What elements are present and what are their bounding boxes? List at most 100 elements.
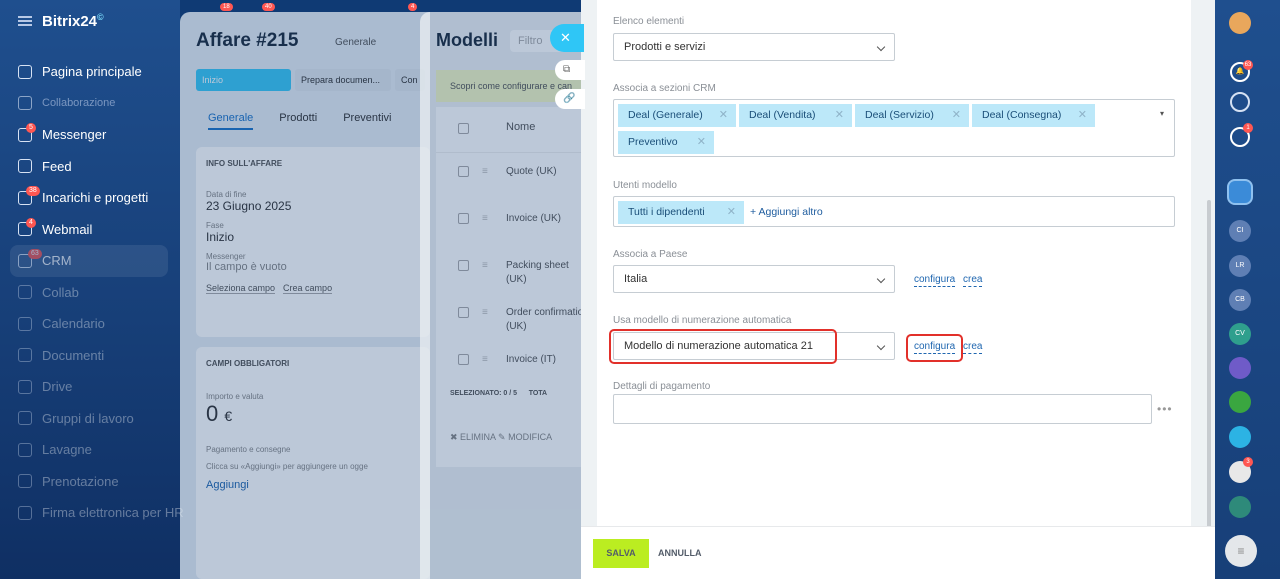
- sidebar-item-boards[interactable]: Lavagne: [0, 434, 180, 466]
- deal-mode-select[interactable]: Generale: [335, 37, 376, 48]
- form-footer: SALVA ANNULLA: [581, 526, 1215, 579]
- sidebar-group-collaboration[interactable]: Collaborazione: [0, 88, 180, 120]
- field-links: Seleziona campo Crea campo: [196, 273, 430, 294]
- bulk-actions[interactable]: ✖ ELIMINA ✎ MODIFICA: [450, 432, 552, 443]
- country-select-value: Italia: [624, 273, 648, 285]
- select-field-link[interactable]: Seleziona campo: [206, 283, 276, 294]
- sidebar-item-esign[interactable]: Firma elettronica per HR: [0, 497, 184, 529]
- checklist-icon[interactable]: [1229, 496, 1251, 518]
- scrollbar[interactable]: [1207, 200, 1211, 578]
- stage-prepare[interactable]: Prepara documen...: [295, 69, 391, 91]
- list-item[interactable]: Invoice (IT): [436, 341, 590, 388]
- collab-icon: [18, 285, 32, 300]
- list-item[interactable]: Packing sheet (UK): [436, 247, 590, 294]
- chevron-down-icon: [876, 274, 886, 284]
- more-icon[interactable]: •••: [1157, 402, 1173, 416]
- sidebar-item-workgroups[interactable]: Gruppi di lavoro: [0, 403, 180, 435]
- deal-stages: Inizio Prepara documen... Con: [196, 69, 425, 91]
- list-header: Nome: [436, 107, 590, 153]
- sidebar-item-messenger[interactable]: 5 Messenger: [0, 119, 180, 151]
- bookmark-icon[interactable]: [1227, 179, 1253, 205]
- remove-tag-icon[interactable]: ✕: [697, 131, 706, 154]
- collaboration-icon: [18, 96, 32, 111]
- country-select[interactable]: Italia: [613, 265, 895, 293]
- country-create-link[interactable]: crea: [963, 274, 983, 287]
- tag-label: Tutti i dipendenti: [628, 206, 705, 218]
- sidebar-item-label: Collaborazione: [42, 97, 116, 110]
- sidebar-item-feed[interactable]: Feed: [0, 151, 180, 183]
- contact-avatar[interactable]: CB: [1229, 289, 1251, 311]
- tag-label: Deal (Generale): [628, 109, 703, 121]
- crm-sections-select[interactable]: Deal (Generale) ✕ Deal (Vendita) ✕ Deal (S…: [613, 99, 1175, 157]
- chevron-down-icon: [876, 42, 886, 52]
- deal-panel: Affare #215 Generale Inizio Prepara docu…: [180, 12, 430, 579]
- close-icon[interactable]: ✕: [550, 24, 584, 52]
- add-item-note: Clicca su «Aggiungi» per aggiungere un o…: [206, 462, 368, 471]
- add-link[interactable]: Aggiungi: [196, 479, 430, 491]
- amount-value: 0 €: [196, 401, 430, 427]
- message-icon[interactable]: [1229, 426, 1251, 448]
- contact-avatar[interactable]: CI: [1229, 220, 1251, 242]
- create-field-link[interactable]: Crea campo: [283, 283, 333, 294]
- remove-tag-icon[interactable]: ✕: [727, 201, 736, 224]
- end-date-label: Data di fine: [206, 190, 247, 199]
- sidebar-item-home[interactable]: Pagina principale: [0, 56, 180, 88]
- sidebar-item-documents[interactable]: Documenti: [0, 340, 180, 372]
- remove-tag-icon[interactable]: ✕: [719, 104, 728, 127]
- list-item[interactable]: Quote (UK): [436, 153, 590, 200]
- sidebar-item-label: Pagina principale: [42, 64, 142, 80]
- sidebar-item-collab[interactable]: Collab: [0, 277, 180, 309]
- remove-tag-icon[interactable]: ✕: [835, 104, 844, 127]
- crm-badge: 63: [28, 249, 42, 259]
- contact-avatar[interactable]: LR: [1229, 255, 1251, 277]
- cancel-button[interactable]: ANNULLA: [658, 539, 702, 568]
- tab-products[interactable]: Prodotti: [279, 112, 317, 130]
- tab-general[interactable]: Generale: [208, 112, 254, 130]
- contact-card-icon[interactable]: [1229, 391, 1251, 413]
- sidebar-item-webmail[interactable]: 4 Webmail: [0, 214, 180, 246]
- users-tag: Tutti i dipendenti ✕: [618, 201, 744, 224]
- group-icon[interactable]: [1229, 357, 1251, 379]
- chat-menu-icon[interactable]: ≡: [1225, 535, 1257, 567]
- stage-start[interactable]: Inizio: [196, 69, 291, 91]
- sidebar-item-label: Webmail: [42, 221, 93, 237]
- top-badge: 4: [408, 3, 418, 11]
- copy-link-icon[interactable]: 🔗: [555, 89, 585, 109]
- amount-label: Importo e valuta: [206, 392, 264, 401]
- sidebar-item-drive[interactable]: Drive: [0, 371, 180, 403]
- feed-icon: [18, 159, 32, 174]
- country-configure-link[interactable]: configura: [914, 274, 956, 287]
- logo[interactable]: Bitrix24©: [42, 12, 104, 30]
- crm-label: Associa a sezioni CRM: [613, 83, 716, 94]
- calendar-icon: [18, 316, 32, 331]
- user-avatar[interactable]: [1229, 12, 1251, 34]
- home-icon: [18, 64, 32, 79]
- sidebar-item-calendar[interactable]: Calendario: [0, 308, 180, 340]
- list-item[interactable]: Invoice (UK): [436, 200, 590, 247]
- payment-input[interactable]: [613, 394, 1152, 424]
- sidebar-item-booking[interactable]: Prenotazione: [0, 466, 180, 498]
- sidebar-header: Bitrix24©: [0, 0, 180, 42]
- menu-icon[interactable]: [18, 16, 32, 26]
- remove-tag-icon[interactable]: ✕: [952, 104, 961, 127]
- contact-avatar[interactable]: CV: [1229, 323, 1251, 345]
- sidebar-item-label: Collab: [42, 284, 79, 300]
- sidebar-item-crm[interactable]: 63 CRM: [10, 245, 168, 277]
- numbering-create-link[interactable]: crea: [963, 341, 983, 354]
- sidebar-item-tasks[interactable]: 38 Incarichi e progetti: [0, 182, 180, 214]
- sidebar-item-label: Drive: [42, 379, 73, 395]
- open-window-icon[interactable]: ⧉: [555, 60, 585, 80]
- dropdown-arrow-icon[interactable]: ▾: [1160, 109, 1164, 118]
- tab-quotes[interactable]: Preventivi: [343, 112, 391, 130]
- support-badge: 3: [1243, 457, 1253, 467]
- sidebar-item-label: Documenti: [42, 347, 105, 363]
- add-more-link[interactable]: + Aggiungi altro: [750, 206, 823, 218]
- logo-text: Bitrix24: [42, 13, 98, 30]
- activity-icon[interactable]: [1230, 92, 1250, 112]
- users-select[interactable]: Tutti i dipendenti ✕ + Aggiungi altro: [613, 196, 1175, 227]
- list-item[interactable]: Order confirmation (UK): [436, 294, 590, 341]
- save-button[interactable]: SALVA: [593, 539, 649, 568]
- list-select[interactable]: Prodotti e servizi: [613, 33, 895, 61]
- tasks-badge: 38: [26, 186, 40, 196]
- remove-tag-icon[interactable]: ✕: [1078, 104, 1087, 127]
